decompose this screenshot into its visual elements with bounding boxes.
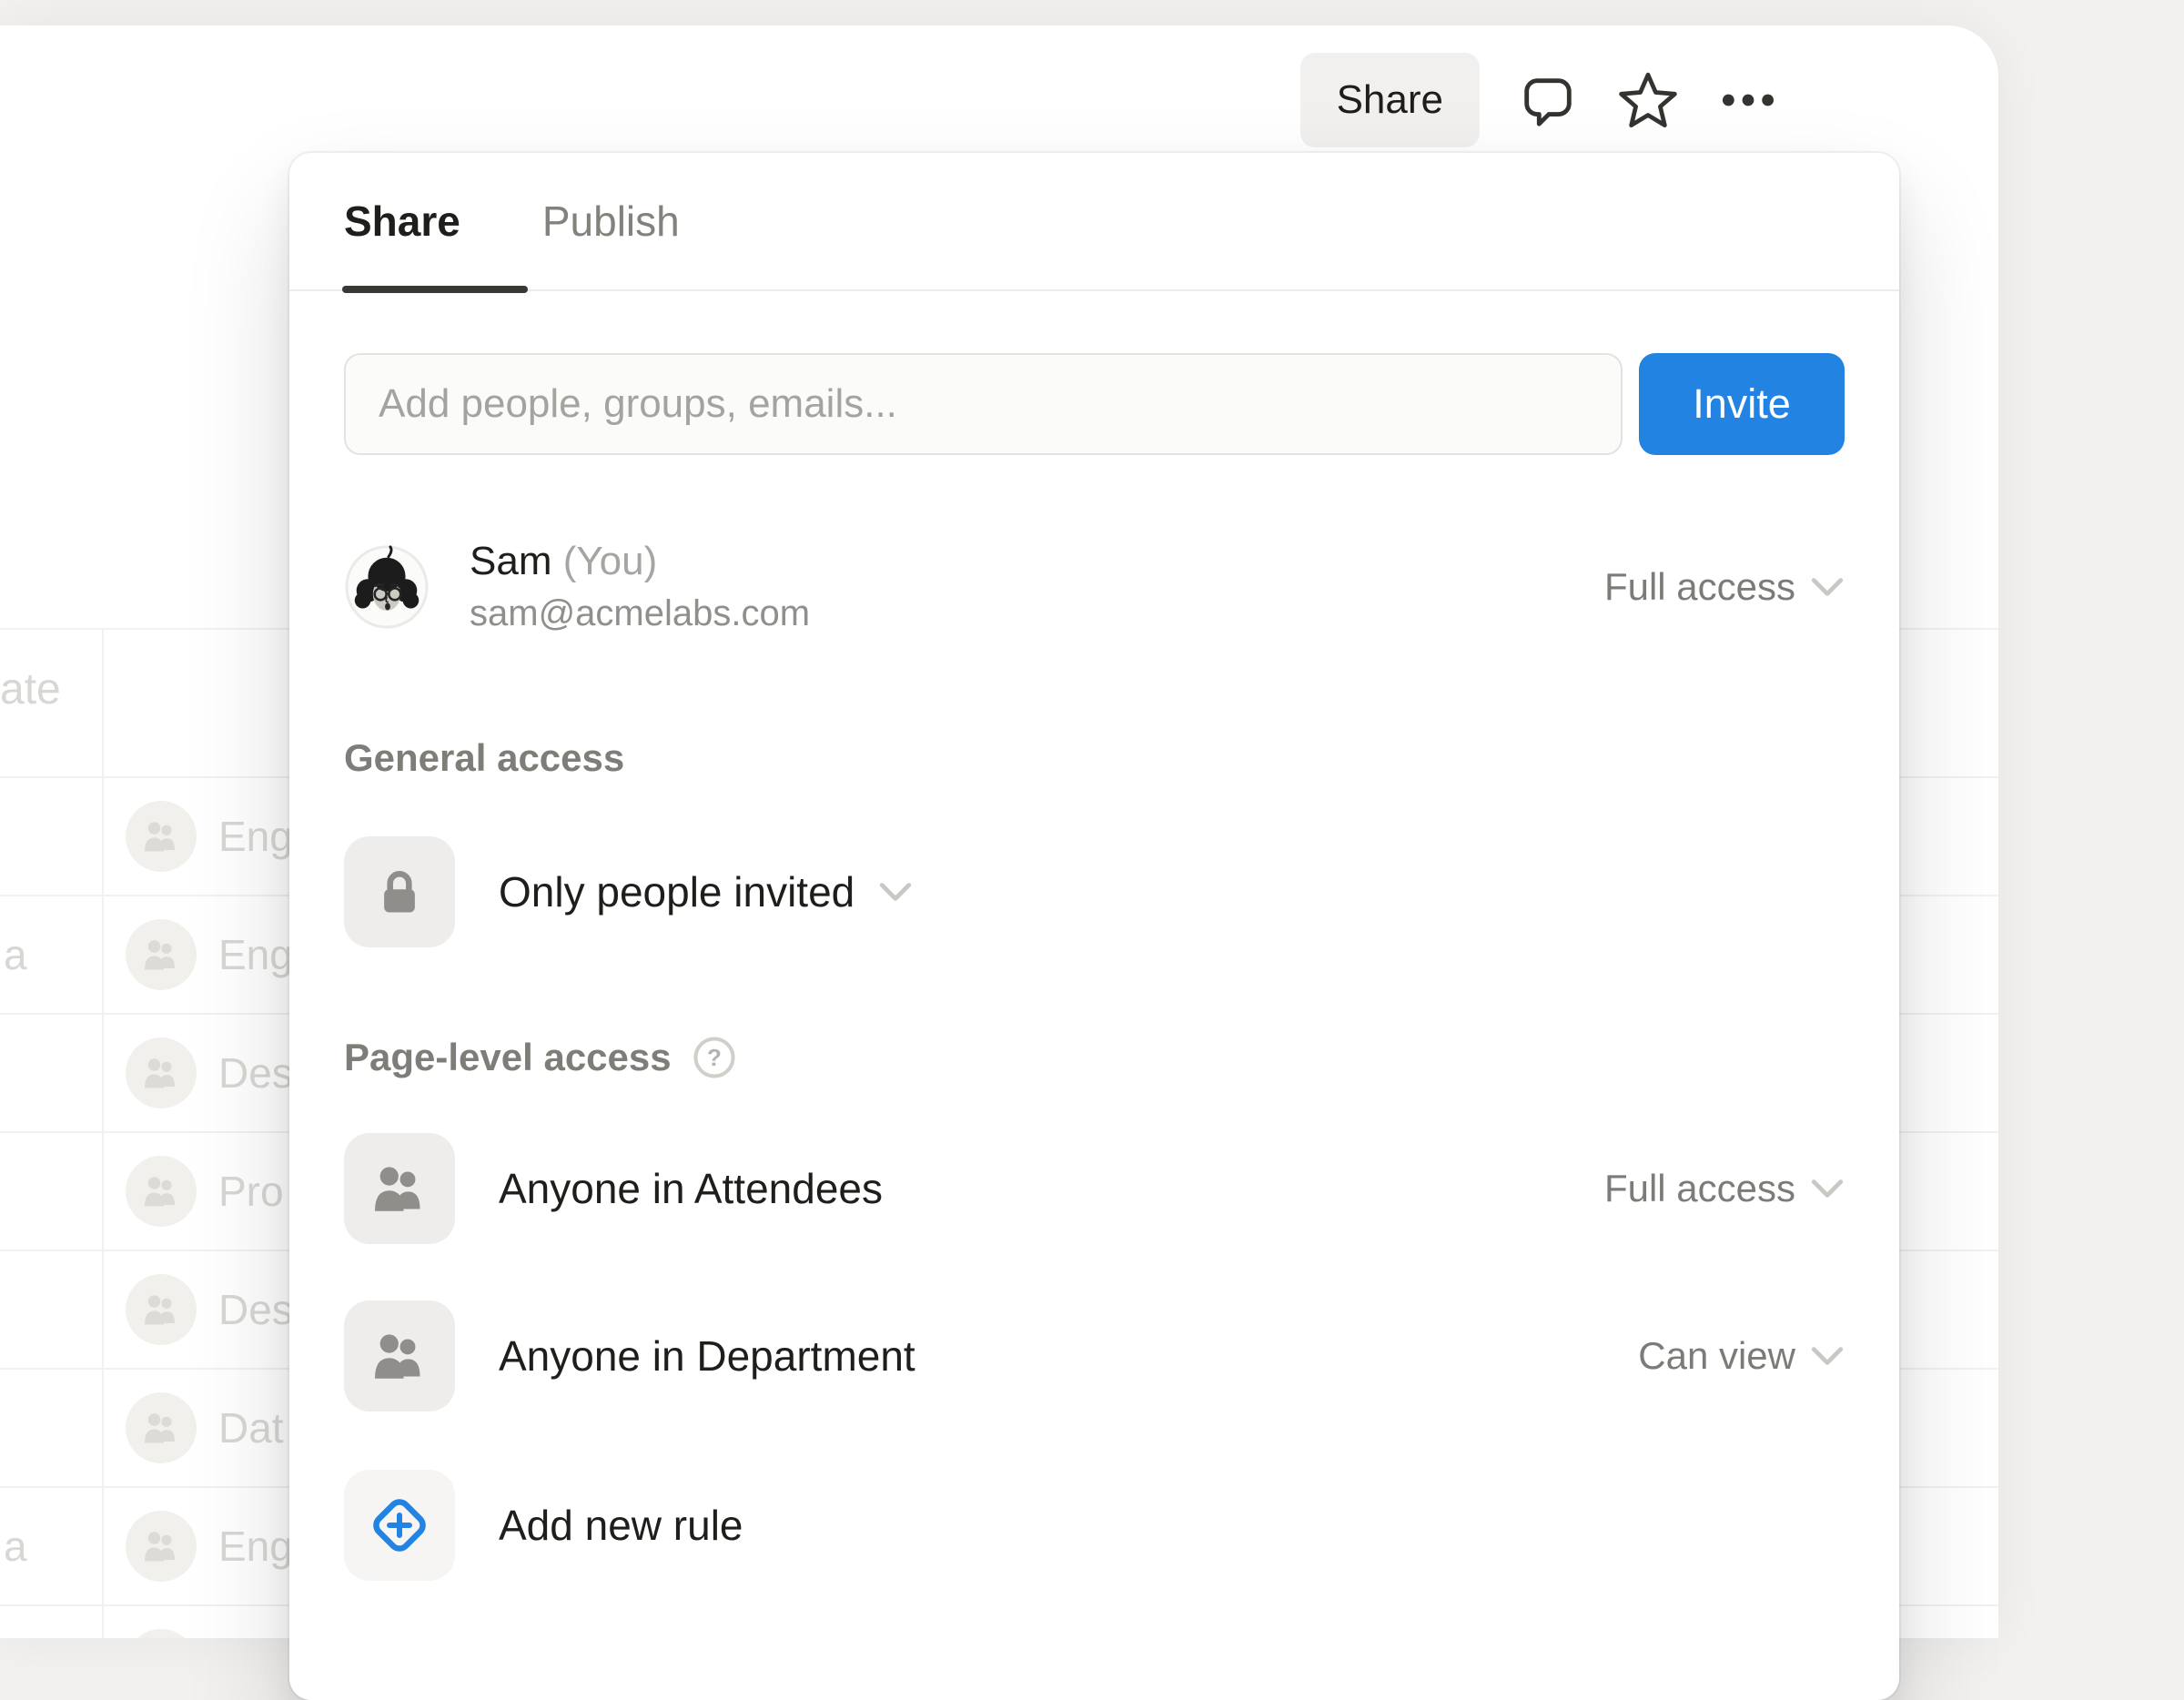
- share-dialog: Share Publish Invite Sam (You) sam@acmel…: [289, 153, 1899, 1700]
- user-avatar: [344, 544, 430, 630]
- table-cell-text: Eng: [218, 1522, 293, 1571]
- invite-button[interactable]: Invite: [1639, 353, 1845, 455]
- comment-icon[interactable]: [1516, 68, 1580, 132]
- page-level-access-heading: Page-level access ?: [344, 1035, 1845, 1080]
- favorite-star-icon[interactable]: [1616, 68, 1680, 132]
- chevron-down-icon: [1810, 575, 1845, 599]
- people-avatar-icon: [126, 919, 197, 990]
- invite-row: Invite: [344, 353, 1845, 455]
- rule-label: Anyone in Department: [499, 1331, 915, 1381]
- table-cell-text: Eng: [218, 812, 293, 861]
- people-avatar-icon: [126, 801, 197, 872]
- dialog-tabbar: Share Publish: [289, 153, 1899, 291]
- rule-access-value: Full access: [1604, 1167, 1795, 1210]
- table-cell-text: Eng: [218, 930, 293, 979]
- toolbar: Share: [1300, 36, 1780, 164]
- tab-publish[interactable]: Publish: [542, 153, 680, 289]
- people-avatar-icon: [126, 1037, 197, 1108]
- group-people-icon: [344, 1133, 455, 1244]
- group-people-icon: [344, 1300, 455, 1412]
- table-cell-fragment: a: [4, 930, 27, 979]
- rule-access-value: Can view: [1638, 1334, 1795, 1378]
- page-level-access-heading-text: Page-level access: [344, 1036, 672, 1079]
- table-header-label: ate: [0, 664, 61, 714]
- general-access-row: Only people invited: [344, 836, 1845, 947]
- add-rule-diamond-icon: [344, 1470, 455, 1581]
- page-rule-row: Anyone in Attendees Full access: [344, 1133, 1845, 1244]
- owner-access-dropdown[interactable]: Full access: [1604, 565, 1845, 609]
- owner-name: Sam (You): [470, 539, 810, 584]
- people-avatar-icon: [126, 1156, 197, 1227]
- rule-access-dropdown[interactable]: Full access: [1604, 1167, 1845, 1210]
- rule-label: Anyone in Attendees: [499, 1164, 883, 1213]
- chevron-down-icon: [1810, 1177, 1845, 1200]
- more-options-icon[interactable]: [1716, 68, 1780, 132]
- table-cell-text: Dat: [218, 1403, 284, 1452]
- general-access-dropdown[interactable]: Only people invited: [455, 867, 913, 916]
- chevron-down-icon: [878, 880, 913, 904]
- svg-text:?: ?: [707, 1044, 722, 1071]
- owner-access-value: Full access: [1604, 565, 1795, 609]
- people-avatar-icon: [126, 1392, 197, 1463]
- page-rule-row: Anyone in Department Can view: [344, 1300, 1845, 1412]
- add-rule-label: Add new rule: [499, 1501, 743, 1550]
- help-icon[interactable]: ?: [692, 1035, 737, 1080]
- people-avatar-icon: [126, 1274, 197, 1345]
- owner-row: Sam (You) sam@acmelabs.com Full access: [344, 539, 1845, 634]
- owner-you-suffix: (You): [551, 539, 657, 583]
- lock-icon: [344, 836, 455, 947]
- owner-email: sam@acmelabs.com: [470, 593, 810, 634]
- table-cell-fragment: a: [4, 1522, 27, 1571]
- add-people-input[interactable]: [344, 353, 1623, 455]
- general-access-heading-text: General access: [344, 736, 624, 780]
- general-access-heading: General access: [344, 736, 1845, 780]
- general-access-value: Only people invited: [499, 867, 854, 916]
- people-avatar-icon: [126, 1629, 197, 1638]
- table-cell-text: Des: [218, 1048, 293, 1098]
- owner-meta: Sam (You) sam@acmelabs.com: [470, 539, 810, 634]
- add-new-rule-button[interactable]: Add new rule: [344, 1470, 1845, 1581]
- tab-share[interactable]: Share: [344, 153, 460, 289]
- table-cell-text: Pro: [218, 1167, 284, 1216]
- rule-access-dropdown[interactable]: Can view: [1638, 1334, 1845, 1378]
- chevron-down-icon: [1810, 1344, 1845, 1368]
- share-button[interactable]: Share: [1300, 53, 1480, 147]
- table-cell-text: Des: [218, 1285, 293, 1334]
- people-avatar-icon: [126, 1511, 197, 1582]
